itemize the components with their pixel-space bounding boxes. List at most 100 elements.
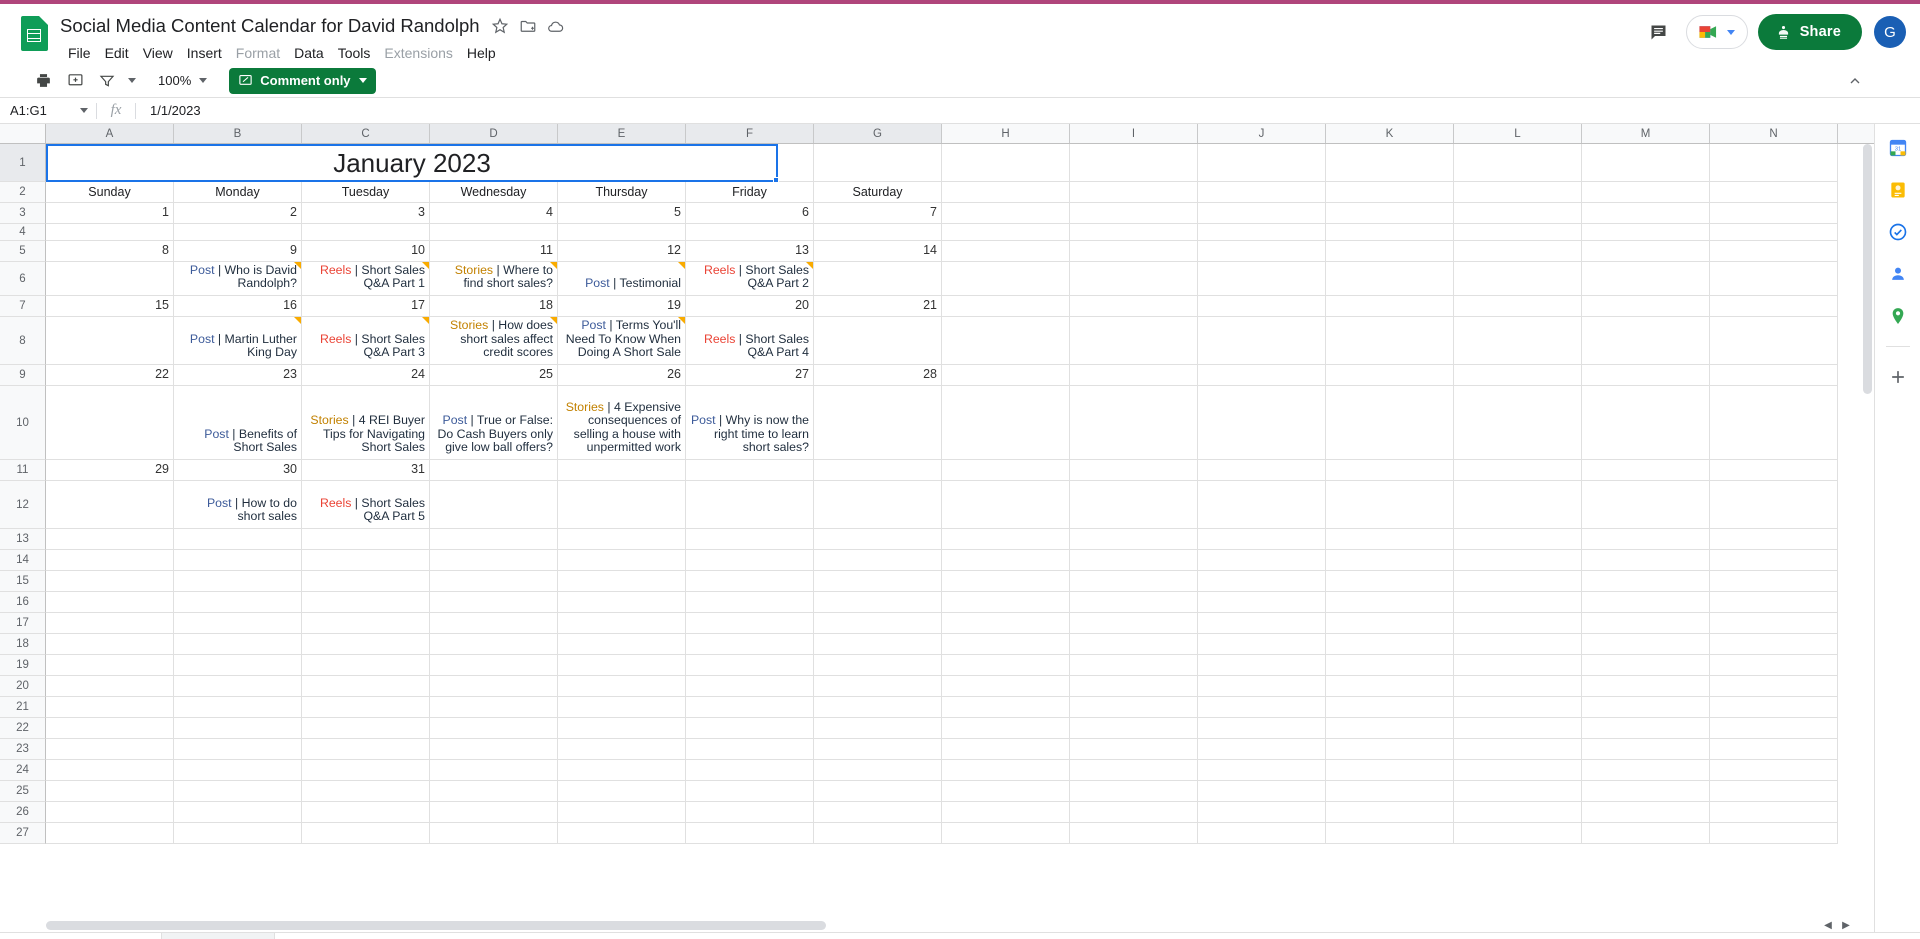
cell-C14[interactable] [302, 550, 430, 571]
cell-E13[interactable] [558, 529, 686, 550]
cell-L8[interactable] [1454, 317, 1582, 365]
cell-C18[interactable] [302, 634, 430, 655]
cell-F15[interactable] [686, 571, 814, 592]
google-tasks-icon[interactable] [1884, 218, 1912, 246]
cell-M15[interactable] [1582, 571, 1710, 592]
col-header-B[interactable]: B [174, 124, 302, 143]
cell-G23[interactable] [814, 739, 942, 760]
cell-C22[interactable] [302, 718, 430, 739]
cell-F14[interactable] [686, 550, 814, 571]
day-header-friday[interactable]: Friday [686, 182, 814, 203]
cell-E5[interactable]: 12 [558, 241, 686, 262]
cell-I26[interactable] [1070, 802, 1198, 823]
cell-F5[interactable]: 13 [686, 241, 814, 262]
cell-N8[interactable] [1710, 317, 1838, 365]
cell-B12[interactable]: Post | How to do short sales [174, 481, 302, 529]
cell-H16[interactable] [942, 592, 1070, 613]
cell-M7[interactable] [1582, 296, 1710, 317]
cell-F17[interactable] [686, 613, 814, 634]
cell-K2[interactable] [1326, 182, 1454, 203]
cell-K26[interactable] [1326, 802, 1454, 823]
cell-L14[interactable] [1454, 550, 1582, 571]
cell-E4[interactable] [558, 224, 686, 241]
cell-J20[interactable] [1198, 676, 1326, 697]
cell-F25[interactable] [686, 781, 814, 802]
cell-I7[interactable] [1070, 296, 1198, 317]
cell-C13[interactable] [302, 529, 430, 550]
cell-H11[interactable] [942, 460, 1070, 481]
menu-tools[interactable]: Tools [331, 42, 378, 64]
cell-C23[interactable] [302, 739, 430, 760]
cell-N21[interactable] [1710, 697, 1838, 718]
cell-A20[interactable] [46, 676, 174, 697]
cell-H27[interactable] [942, 823, 1070, 844]
cell-M24[interactable] [1582, 760, 1710, 781]
row-header-25[interactable]: 25 [0, 781, 46, 802]
cell-F3[interactable]: 6 [686, 203, 814, 224]
menu-extensions[interactable]: Extensions [377, 42, 459, 64]
vertical-scroll-thumb[interactable] [1863, 144, 1872, 394]
cell-K18[interactable] [1326, 634, 1454, 655]
cell-G9[interactable]: 28 [814, 365, 942, 386]
cell-C27[interactable] [302, 823, 430, 844]
cell-F7[interactable]: 20 [686, 296, 814, 317]
cell-A8[interactable] [46, 317, 174, 365]
cell-L18[interactable] [1454, 634, 1582, 655]
cell-K7[interactable] [1326, 296, 1454, 317]
cell-B20[interactable] [174, 676, 302, 697]
cell-M20[interactable] [1582, 676, 1710, 697]
cell-N4[interactable] [1710, 224, 1838, 241]
cell-J11[interactable] [1198, 460, 1326, 481]
cell-F20[interactable] [686, 676, 814, 697]
cell-A3[interactable]: 1 [46, 203, 174, 224]
cell-H20[interactable] [942, 676, 1070, 697]
cell-K1[interactable] [1326, 144, 1454, 182]
cell-D18[interactable] [430, 634, 558, 655]
col-header-L[interactable]: L [1454, 124, 1582, 143]
cell-I11[interactable] [1070, 460, 1198, 481]
comment-indicator-icon[interactable] [294, 317, 301, 324]
day-header-tuesday[interactable]: Tuesday [302, 182, 430, 203]
share-button[interactable]: Share [1757, 14, 1862, 50]
row-header-2[interactable]: 2 [0, 182, 46, 203]
cell-K16[interactable] [1326, 592, 1454, 613]
cell-M6[interactable] [1582, 262, 1710, 296]
scroll-right-arrow[interactable]: ▶ [1840, 919, 1852, 931]
cell-H6[interactable] [942, 262, 1070, 296]
cell-M22[interactable] [1582, 718, 1710, 739]
row-header-19[interactable]: 19 [0, 655, 46, 676]
menu-insert[interactable]: Insert [180, 42, 229, 64]
cell-J23[interactable] [1198, 739, 1326, 760]
cell-I22[interactable] [1070, 718, 1198, 739]
menu-format[interactable]: Format [229, 42, 287, 64]
cell-M13[interactable] [1582, 529, 1710, 550]
cell-E14[interactable] [558, 550, 686, 571]
cell-F6[interactable]: Reels | Short Sales Q&A Part 2 [686, 262, 814, 296]
day-header-sunday[interactable]: Sunday [46, 182, 174, 203]
cell-L7[interactable] [1454, 296, 1582, 317]
cell-N20[interactable] [1710, 676, 1838, 697]
row-header-11[interactable]: 11 [0, 460, 46, 481]
cell-D8[interactable]: Stories | How does short sales affect cr… [430, 317, 558, 365]
cell-J15[interactable] [1198, 571, 1326, 592]
filter-icon[interactable] [92, 67, 122, 95]
cell-M18[interactable] [1582, 634, 1710, 655]
cell-K14[interactable] [1326, 550, 1454, 571]
cell-H5[interactable] [942, 241, 1070, 262]
cell-I24[interactable] [1070, 760, 1198, 781]
cell-B26[interactable] [174, 802, 302, 823]
cell-K20[interactable] [1326, 676, 1454, 697]
cell-F26[interactable] [686, 802, 814, 823]
cell-I9[interactable] [1070, 365, 1198, 386]
all-sheets-menu-icon[interactable] [6, 935, 44, 939]
cell-D17[interactable] [430, 613, 558, 634]
google-keep-icon[interactable] [1884, 176, 1912, 204]
cell-J17[interactable] [1198, 613, 1326, 634]
cell-D4[interactable] [430, 224, 558, 241]
cell-A12[interactable] [46, 481, 174, 529]
document-title[interactable]: Social Media Content Calendar for David … [60, 15, 488, 37]
cell-E23[interactable] [558, 739, 686, 760]
cell-I18[interactable] [1070, 634, 1198, 655]
row-header-15[interactable]: 15 [0, 571, 46, 592]
cell-G4[interactable] [814, 224, 942, 241]
